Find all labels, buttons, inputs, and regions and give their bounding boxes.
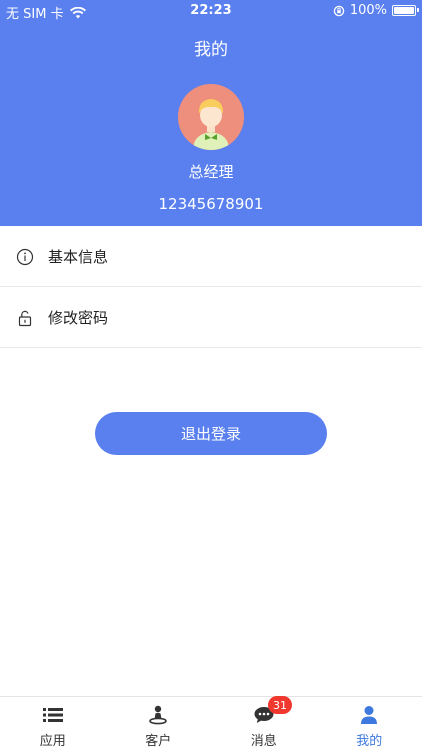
tab-bar: 应用 客户 31 消息 我的: [0, 696, 422, 750]
tab-customers[interactable]: 客户: [106, 697, 212, 750]
tab-label: 消息: [250, 734, 277, 749]
battery-icon: [392, 5, 419, 16]
customer-icon: [149, 705, 168, 725]
orientation-lock-icon: [333, 5, 345, 16]
status-bar: 无 SIM 卡 22:23 100%: [0, 0, 422, 22]
avatar-person-icon: [178, 84, 244, 150]
menu-item-label: 修改密码: [48, 308, 109, 327]
list-icon: [42, 708, 63, 722]
page-title: 我的: [194, 40, 228, 60]
tab-label: 应用: [39, 734, 66, 749]
lock-icon: [18, 310, 32, 327]
profile-header: 无 SIM 卡 22:23 100% 我的 总经理 12345678901: [0, 0, 422, 226]
tab-label: 客户: [145, 734, 172, 749]
profile-screen: 无 SIM 卡 22:23 100% 我的 总经理 12345678901 基本…: [0, 0, 422, 750]
person-icon: [361, 706, 378, 724]
logout-button[interactable]: 退出登录: [95, 412, 327, 455]
status-right: 100%: [333, 3, 419, 18]
profile-name: 总经理: [188, 163, 234, 181]
tab-messages[interactable]: 31 消息: [211, 696, 317, 750]
battery-percent: 100%: [349, 3, 387, 18]
tab-apps[interactable]: 应用: [0, 697, 106, 750]
menu-list: 基本信息 修改密码: [0, 226, 422, 348]
message-count-badge: 31: [268, 696, 292, 714]
menu-item-label: 基本信息: [48, 247, 109, 266]
menu-item-basic-info[interactable]: 基本信息: [0, 226, 422, 287]
info-icon: [16, 248, 34, 266]
menu-item-change-password[interactable]: 修改密码: [0, 287, 422, 348]
tab-label: 我的: [356, 734, 383, 749]
avatar[interactable]: [178, 84, 244, 150]
profile-phone: 12345678901: [158, 195, 264, 213]
tab-profile[interactable]: 我的: [317, 697, 422, 750]
